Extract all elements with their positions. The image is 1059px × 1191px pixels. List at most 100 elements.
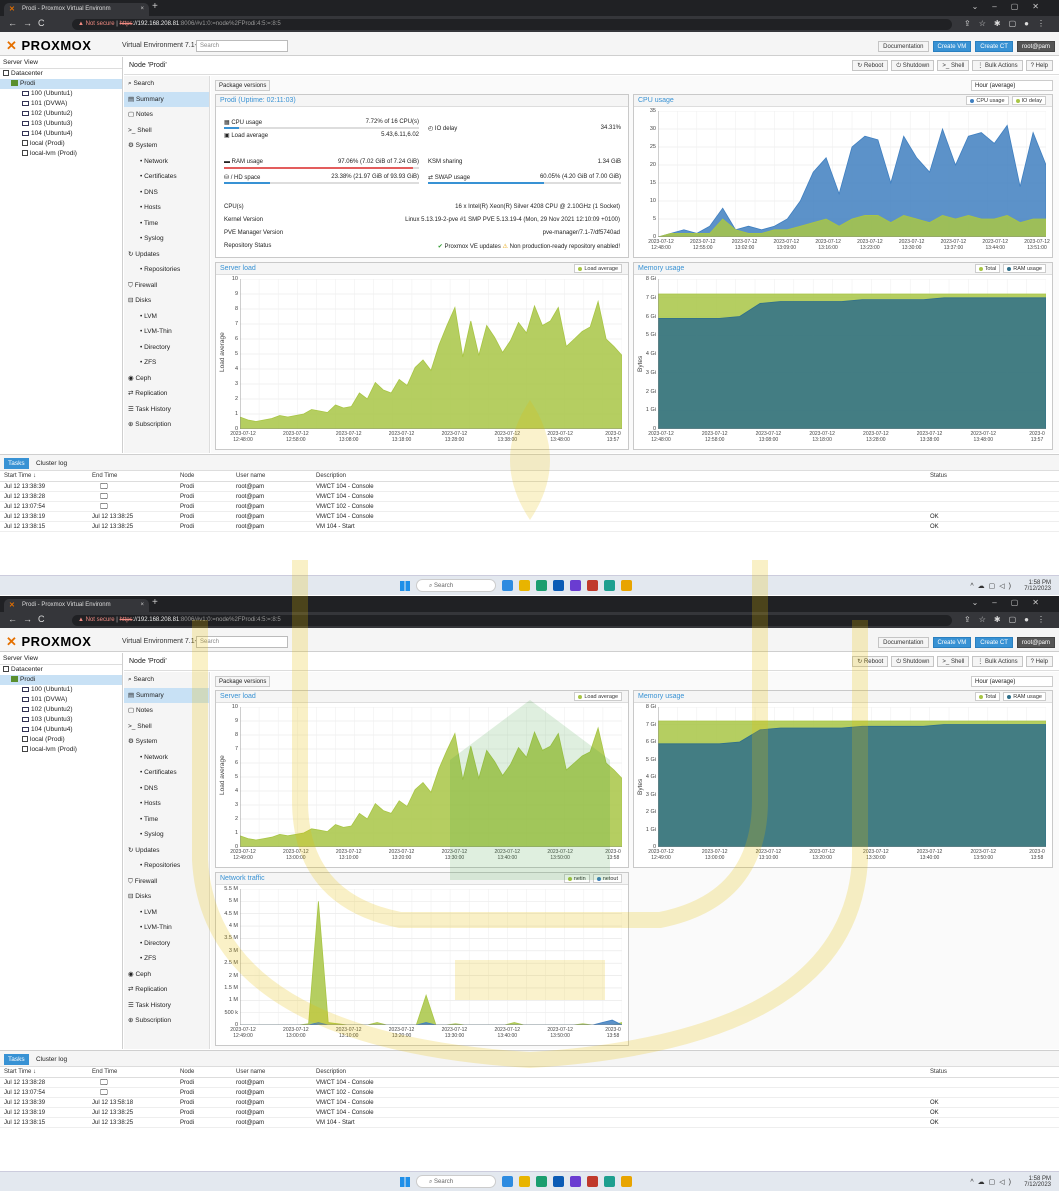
- tree-storage[interactable]: local (Prodi): [0, 735, 122, 745]
- file-explorer-icon[interactable]: [519, 580, 530, 591]
- menu-item-zfs[interactable]: • ZFS: [124, 951, 209, 967]
- menu-item-shell[interactable]: >_ Shell: [124, 719, 209, 735]
- column-header[interactable]: User name: [236, 473, 265, 479]
- menu-item-syslog[interactable]: • Syslog: [124, 231, 209, 247]
- menu-item-time[interactable]: • Time: [124, 216, 209, 232]
- package-versions-button[interactable]: Package versions: [215, 80, 271, 91]
- column-header[interactable]: User name: [236, 1069, 265, 1075]
- menu-item-hosts[interactable]: • Hosts: [124, 200, 209, 216]
- server-view-select[interactable]: Server View: [0, 653, 122, 665]
- menu-item-search[interactable]: ⌕ Search: [124, 672, 209, 688]
- menu-item-disks[interactable]: ⊟ Disks: [124, 889, 209, 905]
- server-view-select[interactable]: Server View: [0, 57, 122, 69]
- widgets-icon[interactable]: [502, 1176, 513, 1187]
- legend-toggle[interactable]: CPU usage: [966, 96, 1009, 105]
- menu-item-replication[interactable]: ⇄ Replication: [124, 386, 209, 402]
- menu-item-summary[interactable]: ▤ Summary: [124, 91, 209, 107]
- url-field[interactable]: ▲ Not secure | https://192.168.208.81:80…: [72, 19, 952, 30]
- shell-button[interactable]: >_ Shell: [937, 656, 970, 667]
- legend-toggle[interactable]: Load average: [574, 692, 622, 701]
- table-row[interactable]: Jul 12 13:38:19 Jul 12 13:38:25 Prodi root@…: [0, 512, 1059, 522]
- menu-item-syslog[interactable]: • Syslog: [124, 827, 209, 843]
- tree-storage[interactable]: local-lvm (Prodi): [0, 745, 122, 755]
- clock[interactable]: 1:58 PM 7/12/2023: [1024, 580, 1051, 592]
- cluster-log-tab[interactable]: Cluster log: [32, 458, 71, 469]
- tree-vm[interactable]: 100 (Ubuntu1): [0, 685, 122, 695]
- menu-item-certificates[interactable]: • Certificates: [124, 765, 209, 781]
- menu-item-directory[interactable]: • Directory: [124, 936, 209, 952]
- tree-node-prodi[interactable]: Prodi: [0, 675, 122, 685]
- browser-toolbar-icons[interactable]: ⇪☆✱▢●⋮: [964, 19, 1053, 28]
- table-row[interactable]: Jul 12 13:38:15 Jul 12 13:38:25 Prodi root@…: [0, 522, 1059, 532]
- windows-start-icon[interactable]: [400, 1177, 410, 1187]
- chrome-icon[interactable]: [621, 1176, 632, 1187]
- visual-studio-icon[interactable]: [570, 580, 581, 591]
- tree-vm[interactable]: 100 (Ubuntu1): [0, 89, 122, 99]
- new-tab-button[interactable]: +: [152, 597, 158, 608]
- menu-item-disks[interactable]: ⊟ Disks: [124, 293, 209, 309]
- table-row[interactable]: Jul 12 13:38:39 🖵 Prodi root@pam VM/CT 104 -…: [0, 482, 1059, 492]
- legend-toggle[interactable]: netin: [563, 874, 590, 883]
- menu-item-lvm-thin[interactable]: • LVM-Thin: [124, 324, 209, 340]
- window-controls[interactable]: ⌄–▢✕: [972, 2, 1053, 11]
- app-icon[interactable]: [604, 580, 615, 591]
- menu-item-hosts[interactable]: • Hosts: [124, 796, 209, 812]
- windows-start-icon[interactable]: [400, 581, 410, 591]
- create-ct-button[interactable]: Create CT: [975, 637, 1013, 648]
- user-menu-button[interactable]: root@pam: [1016, 637, 1055, 648]
- browser-tab[interactable]: ✕ Prodi - Proxmox Virtual Environm ×: [4, 599, 149, 612]
- menu-item-notes[interactable]: ▢ Notes: [124, 703, 209, 719]
- column-header[interactable]: End Time: [92, 473, 117, 479]
- menu-item-ceph[interactable]: ◉ Ceph: [124, 371, 209, 387]
- tree-datacenter[interactable]: Datacenter: [0, 665, 122, 675]
- column-header[interactable]: Start Time ↓: [4, 473, 36, 479]
- menu-item-certificates[interactable]: • Certificates: [124, 169, 209, 185]
- store-icon[interactable]: [553, 580, 564, 591]
- column-header[interactable]: Node: [180, 473, 194, 479]
- column-header[interactable]: Status: [930, 473, 947, 479]
- menu-item-notes[interactable]: ▢ Notes: [124, 107, 209, 123]
- menu-item-firewall[interactable]: ⛉ Firewall: [124, 278, 209, 294]
- new-tab-button[interactable]: +: [152, 1, 158, 12]
- system-tray-icons[interactable]: ^☁▢◁): [970, 582, 1015, 590]
- table-row[interactable]: Jul 12 13:38:15 Jul 12 13:38:25 Prodi root@…: [0, 1118, 1059, 1128]
- tasks-tab[interactable]: Tasks: [4, 1054, 29, 1065]
- help-button[interactable]: ? Help: [1025, 60, 1053, 71]
- documentation-button[interactable]: Documentation: [878, 637, 929, 648]
- chrome-icon[interactable]: [621, 580, 632, 591]
- tree-node-prodi[interactable]: Prodi: [0, 79, 122, 89]
- shutdown-button[interactable]: ⏻ Shutdown: [891, 656, 935, 667]
- timeframe-select[interactable]: Hour (average): [971, 80, 1053, 91]
- table-row[interactable]: Jul 12 13:38:28 🖵 Prodi root@pam VM/CT 104 -…: [0, 492, 1059, 502]
- cluster-log-tab[interactable]: Cluster log: [32, 1054, 71, 1065]
- create-vm-button[interactable]: Create VM: [932, 41, 972, 52]
- table-row[interactable]: Jul 12 13:07:54 🖵 Prodi root@pam VM/CT 102 -…: [0, 1088, 1059, 1098]
- tree-vm[interactable]: 102 (Ubuntu2): [0, 705, 122, 715]
- column-header[interactable]: Description: [316, 1069, 346, 1075]
- table-row[interactable]: Jul 12 13:38:19 Jul 12 13:38:25 Prodi root@…: [0, 1108, 1059, 1118]
- menu-item-lvm[interactable]: • LVM: [124, 905, 209, 921]
- table-row[interactable]: Jul 12 13:07:54 🖵 Prodi root@pam VM/CT 102 -…: [0, 502, 1059, 512]
- wps-icon[interactable]: [587, 1176, 598, 1187]
- table-row[interactable]: Jul 12 13:38:28 🖵 Prodi root@pam VM/CT 104 -…: [0, 1078, 1059, 1088]
- menu-item-system[interactable]: ⚙ System: [124, 138, 209, 154]
- not-secure-badge[interactable]: ▲ Not secure: [78, 21, 115, 27]
- menu-item-dns[interactable]: • DNS: [124, 781, 209, 797]
- browser-toolbar-icons[interactable]: ⇪☆✱▢●⋮: [964, 615, 1053, 624]
- tab-close-icon[interactable]: ×: [140, 3, 144, 16]
- header-search-input[interactable]: Search: [196, 636, 288, 648]
- column-header[interactable]: Start Time ↓: [4, 1069, 36, 1075]
- legend-toggle[interactable]: netout: [592, 874, 622, 883]
- header-search-input[interactable]: Search: [196, 40, 288, 52]
- bulk-button[interactable]: ⋮ Bulk Actions: [972, 60, 1023, 71]
- edge-icon[interactable]: [536, 1176, 547, 1187]
- visual-studio-icon[interactable]: [570, 1176, 581, 1187]
- menu-item-dns[interactable]: • DNS: [124, 185, 209, 201]
- menu-item-updates[interactable]: ↻ Updates: [124, 247, 209, 263]
- user-menu-button[interactable]: root@pam: [1016, 41, 1055, 52]
- menu-item-task-history[interactable]: ☰ Task History: [124, 402, 209, 418]
- taskbar-search[interactable]: ⌕ Search: [416, 1175, 496, 1188]
- menu-item-repositories[interactable]: • Repositories: [124, 858, 209, 874]
- tree-vm[interactable]: 101 (DVWA): [0, 695, 122, 705]
- menu-item-replication[interactable]: ⇄ Replication: [124, 982, 209, 998]
